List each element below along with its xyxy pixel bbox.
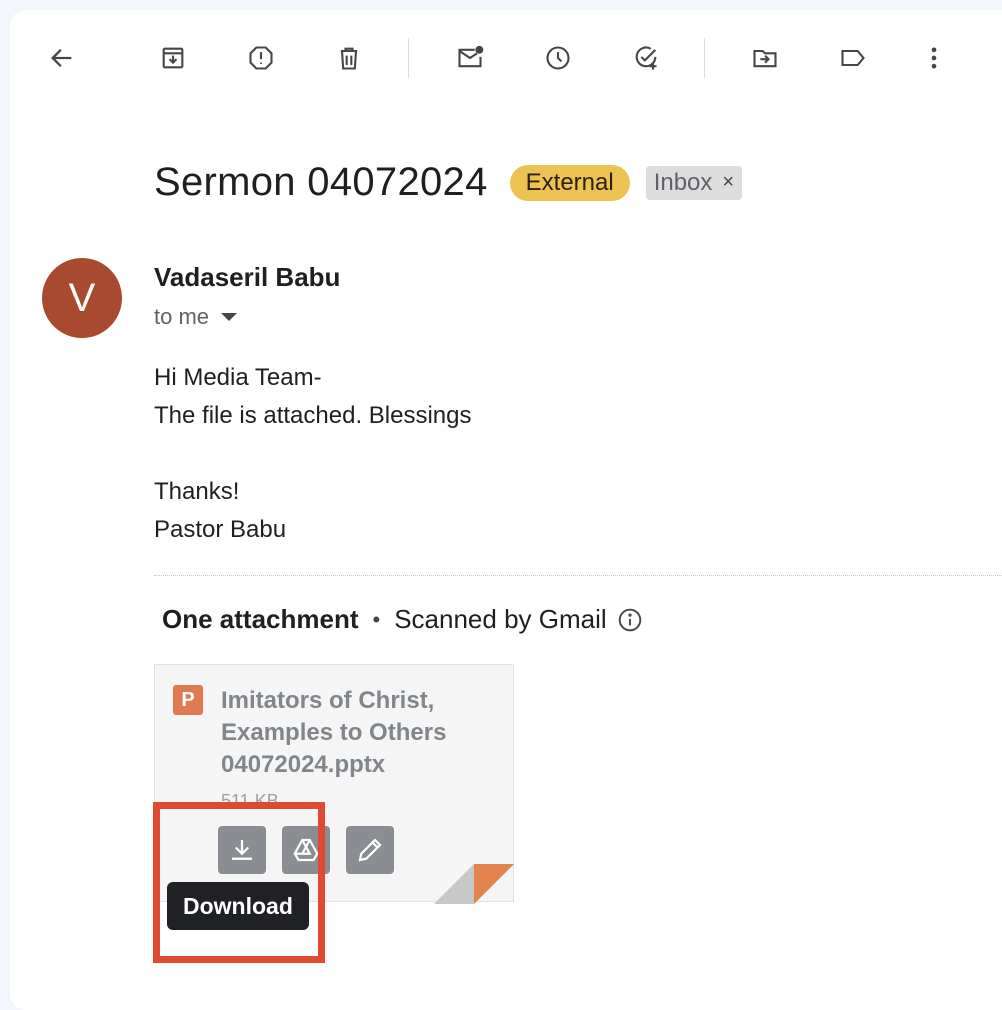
email-subject: Sermon 04072024: [154, 160, 488, 204]
remove-label-icon[interactable]: ×: [722, 171, 734, 194]
sender-name[interactable]: Vadaseril Babu: [154, 262, 340, 293]
recipient-details-toggle[interactable]: to me: [154, 304, 238, 330]
attachment-filename: Imitators of Christ, Examples to Others …: [221, 685, 446, 781]
bullet-separator: •: [372, 606, 381, 632]
toolbar: [10, 10, 1002, 110]
email-body: Hi Media Team- The file is attached. Ble…: [154, 359, 472, 549]
filename-line: Examples to Others: [221, 719, 447, 746]
pencil-icon: [358, 838, 382, 862]
snooze-icon[interactable]: [538, 38, 578, 78]
attachment-count: One attachment: [162, 604, 359, 634]
more-vert-icon[interactable]: [914, 38, 954, 78]
attachment-separator: [154, 575, 1002, 576]
label-icon[interactable]: [833, 38, 873, 78]
body-line: The file is attached. Blessings: [154, 402, 472, 429]
filename-line: 04072024.pptx: [221, 751, 386, 778]
back-arrow-icon[interactable]: [42, 38, 82, 78]
subject-row: Sermon 04072024 External Inbox ×: [154, 160, 743, 205]
recipient-label: to me: [154, 304, 210, 329]
body-line: Hi Media Team-: [154, 364, 322, 391]
powerpoint-file-icon: P: [173, 685, 203, 715]
toolbar-divider: [704, 38, 705, 78]
external-badge: External: [509, 164, 630, 201]
body-line: Thanks!: [154, 478, 240, 505]
body-line: [154, 435, 472, 473]
inbox-label-chip: Inbox ×: [645, 165, 743, 200]
delete-icon[interactable]: [329, 38, 369, 78]
inbox-label-text: Inbox: [653, 168, 713, 196]
archive-icon[interactable]: [153, 38, 193, 78]
filename-line: Imitators of Christ,: [221, 687, 435, 714]
move-to-icon[interactable]: [745, 38, 785, 78]
edit-with-slides-button[interactable]: [346, 826, 394, 874]
toolbar-divider: [408, 38, 409, 78]
chevron-down-icon: [221, 313, 238, 321]
body-line: Pastor Babu: [154, 516, 287, 543]
info-icon[interactable]: [617, 607, 643, 633]
sender-avatar[interactable]: V: [42, 258, 122, 338]
attachments-header: One attachment • Scanned by Gmail: [162, 604, 643, 635]
mark-unread-icon[interactable]: [450, 38, 490, 78]
email-panel: Sermon 04072024 External Inbox × V Vadas…: [10, 10, 1002, 1010]
add-to-tasks-icon[interactable]: [626, 38, 666, 78]
page-fold-corner: [434, 864, 514, 904]
scanned-label: Scanned by Gmail: [394, 604, 607, 634]
highlight-box: [153, 802, 325, 963]
report-spam-icon[interactable]: [241, 38, 281, 78]
